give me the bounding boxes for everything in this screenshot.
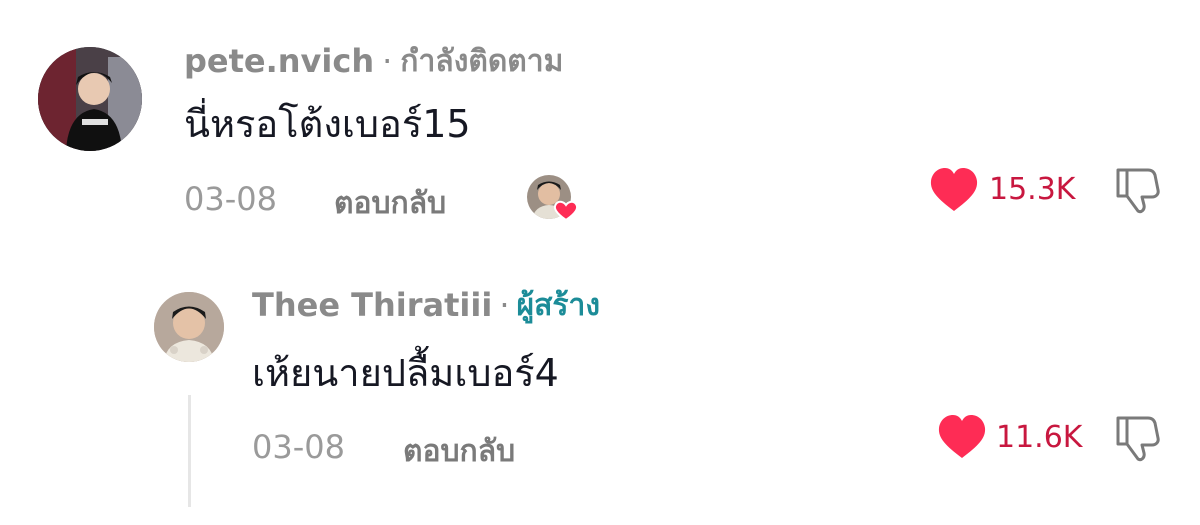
comment-date: 03-08 bbox=[252, 428, 345, 466]
comment-text: เห้ยนายปลื้มเบอร์4 bbox=[252, 351, 559, 395]
heart-icon bbox=[930, 168, 978, 211]
reply-button[interactable]: ตอบกลับ bbox=[334, 180, 446, 227]
like-button[interactable] bbox=[929, 167, 979, 213]
reply-button[interactable]: ตอบกลับ bbox=[403, 428, 515, 475]
separator-dot: · bbox=[499, 286, 510, 324]
comment-username[interactable]: Thee Thiratiii bbox=[252, 286, 492, 324]
separator-dot: · bbox=[382, 42, 393, 80]
dislike-icon bbox=[1116, 416, 1160, 462]
avatar-image bbox=[38, 47, 142, 151]
dislike-button[interactable] bbox=[1112, 166, 1162, 216]
creator-liked-badge bbox=[526, 174, 582, 224]
avatar-image bbox=[154, 292, 224, 362]
like-count: 15.3K bbox=[989, 172, 1076, 207]
following-status: กำลังติดตาม bbox=[400, 43, 564, 79]
comment-username[interactable]: pete.nvich bbox=[184, 42, 374, 80]
avatar-thee-thiratiii[interactable] bbox=[154, 292, 224, 362]
creator-liked-heart-icon bbox=[527, 175, 579, 222]
comment-text: นี่หรอโต้งเบอร์15 bbox=[184, 102, 471, 146]
dislike-icon bbox=[1116, 168, 1160, 214]
heart-icon bbox=[938, 415, 986, 458]
like-count: 11.6K bbox=[996, 420, 1083, 455]
comment-date: 03-08 bbox=[184, 180, 277, 218]
reply-thread-line bbox=[188, 395, 191, 507]
avatar-pete-nvich[interactable] bbox=[38, 47, 142, 151]
like-button[interactable] bbox=[937, 414, 987, 460]
dislike-button[interactable] bbox=[1112, 414, 1162, 464]
creator-badge: ผู้สร้าง bbox=[516, 287, 600, 323]
